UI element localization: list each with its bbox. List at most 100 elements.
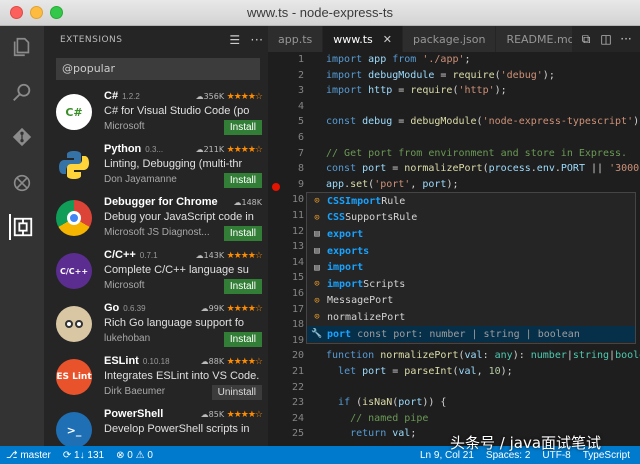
editor-actions: ⧉ ◫ ··· — [572, 26, 636, 52]
rating-stars-icon: ★★★★☆ — [226, 92, 263, 102]
install-button[interactable]: Install — [223, 173, 262, 188]
breakpoint-icon[interactable] — [272, 182, 280, 191]
keyword-icon: ▤ — [314, 229, 320, 240]
autocomplete-suggest-widget: ⊙ CSSImport Rule ⊙ CSS Supports Rule ▤ export … — [306, 192, 636, 344]
sync-icon: ⟳ — [62, 449, 72, 461]
tab-label: README.md — [506, 32, 575, 46]
title-bar: www.ts - node-express-ts — [0, 0, 640, 26]
sync-indicator[interactable]: ⟳ 1↓ 131 — [57, 450, 110, 461]
uninstall-button[interactable]: Uninstall — [211, 385, 262, 400]
extension-name: C/C++ 0.7.1 — [104, 249, 158, 261]
install-button[interactable]: Install — [223, 226, 262, 241]
debug-icon[interactable] — [9, 170, 35, 196]
extension-stats: ☁211K ★★★★☆ — [195, 145, 263, 155]
extension-publisher: lukehoban — [104, 333, 151, 344]
extension-name: Python 0.3... — [104, 143, 164, 155]
suggestion-item[interactable]: ⊙ CSSImport Rule — [307, 193, 635, 210]
keyword-icon: ▤ — [314, 246, 320, 257]
extension-name: Debugger for Chrome — [104, 196, 218, 208]
extensions-list: C# C# 1.2.2 ☁356K ★★★★☆ C# for Visual Stu… — [44, 86, 268, 446]
more-actions-icon[interactable]: ··· — [246, 33, 268, 47]
suggestion-item[interactable]: ⊙ MessagePort — [307, 293, 635, 310]
extension-stats: ☁148K — [233, 198, 262, 207]
extension-stats: ☁99K ★★★★☆ — [200, 304, 263, 314]
source-control-icon[interactable] — [9, 124, 35, 150]
branch-indicator[interactable]: ⎇ master — [0, 450, 57, 461]
class-icon: ⊙ — [314, 295, 320, 306]
warning-icon: ⚠ — [135, 449, 145, 461]
tab-app-ts[interactable]: app.ts — [268, 26, 324, 52]
extension-name: C# 1.2.2 — [104, 90, 140, 102]
wrench-icon: 🔧 — [311, 329, 323, 340]
csharp-logo-icon: C# — [56, 94, 92, 130]
open-changes-icon[interactable]: ⧉ — [576, 32, 596, 47]
class-icon: ⊙ — [314, 279, 320, 290]
rating-stars-icon: ★★★★☆ — [226, 357, 263, 367]
sidebar-header: EXTENSIONS ☰ ··· — [44, 26, 268, 54]
extensions-icon[interactable] — [9, 214, 35, 240]
extension-description: Integrates ESLint into VS Code. — [104, 370, 260, 382]
extension-publisher: Microsoft — [104, 280, 145, 291]
cloud-download-icon: ☁ — [200, 304, 209, 313]
watermark: 头条号 / java面试笔试 — [450, 434, 602, 452]
suggestion-item[interactable]: ▤ export — [307, 226, 635, 243]
tab-label: package.json — [413, 32, 486, 46]
extension-description: Debug your JavaScript code in — [104, 211, 254, 223]
tab-label: www.ts — [333, 32, 373, 46]
extension-item[interactable]: Debugger for Chrome ☁148K Debug your Jav… — [44, 192, 268, 245]
suggestion-item[interactable]: ⊙ CSS Supports Rule — [307, 210, 635, 227]
sidebar-title: EXTENSIONS — [60, 35, 123, 45]
tab-www-ts[interactable]: www.ts ✕ — [323, 26, 403, 52]
suggestion-item[interactable]: ⊙ normalizePort — [307, 309, 635, 326]
suggestion-item[interactable]: ▤ exports — [307, 243, 635, 260]
install-button[interactable]: Install — [223, 120, 262, 135]
error-icon: ⊗ — [116, 449, 125, 461]
explorer-icon[interactable] — [9, 34, 35, 60]
install-button[interactable]: Install — [223, 279, 262, 294]
extension-publisher: Microsoft JS Diagnost... — [104, 227, 210, 238]
extension-item[interactable]: C# C# 1.2.2 ☁356K ★★★★☆ C# for Visual Stu… — [44, 86, 268, 139]
rating-stars-icon: ★★★★☆ — [226, 145, 263, 155]
extension-name: PowerShell — [104, 408, 164, 420]
extensions-sidebar: EXTENSIONS ☰ ··· @popular C# C# 1.2.2 ☁35… — [44, 26, 268, 446]
extension-item[interactable]: C/C++ C/C++ 0.7.1 ☁143K ★★★★☆ Complete C/… — [44, 245, 268, 298]
rating-stars-icon: ★★★★☆ — [226, 304, 263, 314]
python-logo-icon — [56, 147, 92, 183]
cloud-download-icon: ☁ — [195, 92, 204, 101]
suggestion-item-selected[interactable]: 🔧 port const port: number | string | boole… — [307, 325, 635, 343]
tab-package-json[interactable]: package.json — [403, 26, 497, 52]
extension-name: ESLint 0.10.18 — [104, 355, 170, 367]
suggestion-item[interactable]: ▤ import — [307, 259, 635, 276]
class-icon: ⊙ — [314, 196, 320, 207]
extension-item[interactable]: Python 0.3... ☁211K ★★★★☆ Linting, Debugg… — [44, 139, 268, 192]
extension-stats: ☁85K ★★★★☆ — [200, 410, 263, 420]
search-icon[interactable] — [9, 80, 35, 106]
git-branch-icon: ⎇ — [6, 449, 18, 461]
extension-stats: ☁88K ★★★★☆ — [200, 357, 263, 367]
extension-item[interactable]: >_ PowerShell ☁85K ★★★★☆ Develop PowerSh… — [44, 404, 268, 446]
extensions-search-input[interactable]: @popular — [56, 58, 260, 80]
extension-description: Develop PowerShell scripts in — [104, 423, 250, 435]
cloud-download-icon: ☁ — [200, 410, 209, 419]
more-actions-icon[interactable]: ··· — [616, 32, 636, 46]
split-editor-icon[interactable]: ◫ — [596, 32, 616, 46]
chrome-logo-icon — [56, 200, 92, 236]
install-button[interactable]: Install — [223, 332, 262, 347]
close-icon[interactable]: ✕ — [383, 33, 392, 46]
tab-label: app.ts — [278, 32, 313, 46]
extension-item[interactable]: ES Lint ESLint 0.10.18 ☁88K ★★★★☆ Integra… — [44, 351, 268, 404]
activity-bar — [0, 26, 44, 446]
go-gopher-logo-icon — [56, 306, 92, 342]
extension-description: Rich Go language support fo — [104, 317, 245, 329]
cloud-download-icon: ☁ — [195, 145, 204, 154]
filter-icon[interactable]: ☰ — [224, 33, 246, 47]
cpp-logo-icon: C/C++ — [56, 253, 92, 289]
keyword-icon: ▤ — [314, 262, 320, 273]
extension-item[interactable]: Go 0.6.39 ☁99K ★★★★☆ Rich Go language sup… — [44, 298, 268, 351]
extension-publisher: Don Jayamanne — [104, 174, 177, 185]
cloud-download-icon: ☁ — [200, 357, 209, 366]
problems-indicator[interactable]: ⊗ 0 ⚠ 0 — [110, 450, 159, 461]
cloud-download-icon: ☁ — [195, 251, 204, 260]
window-title: www.ts - node-express-ts — [247, 5, 393, 20]
suggestion-item[interactable]: ⊙ import Scripts — [307, 276, 635, 293]
